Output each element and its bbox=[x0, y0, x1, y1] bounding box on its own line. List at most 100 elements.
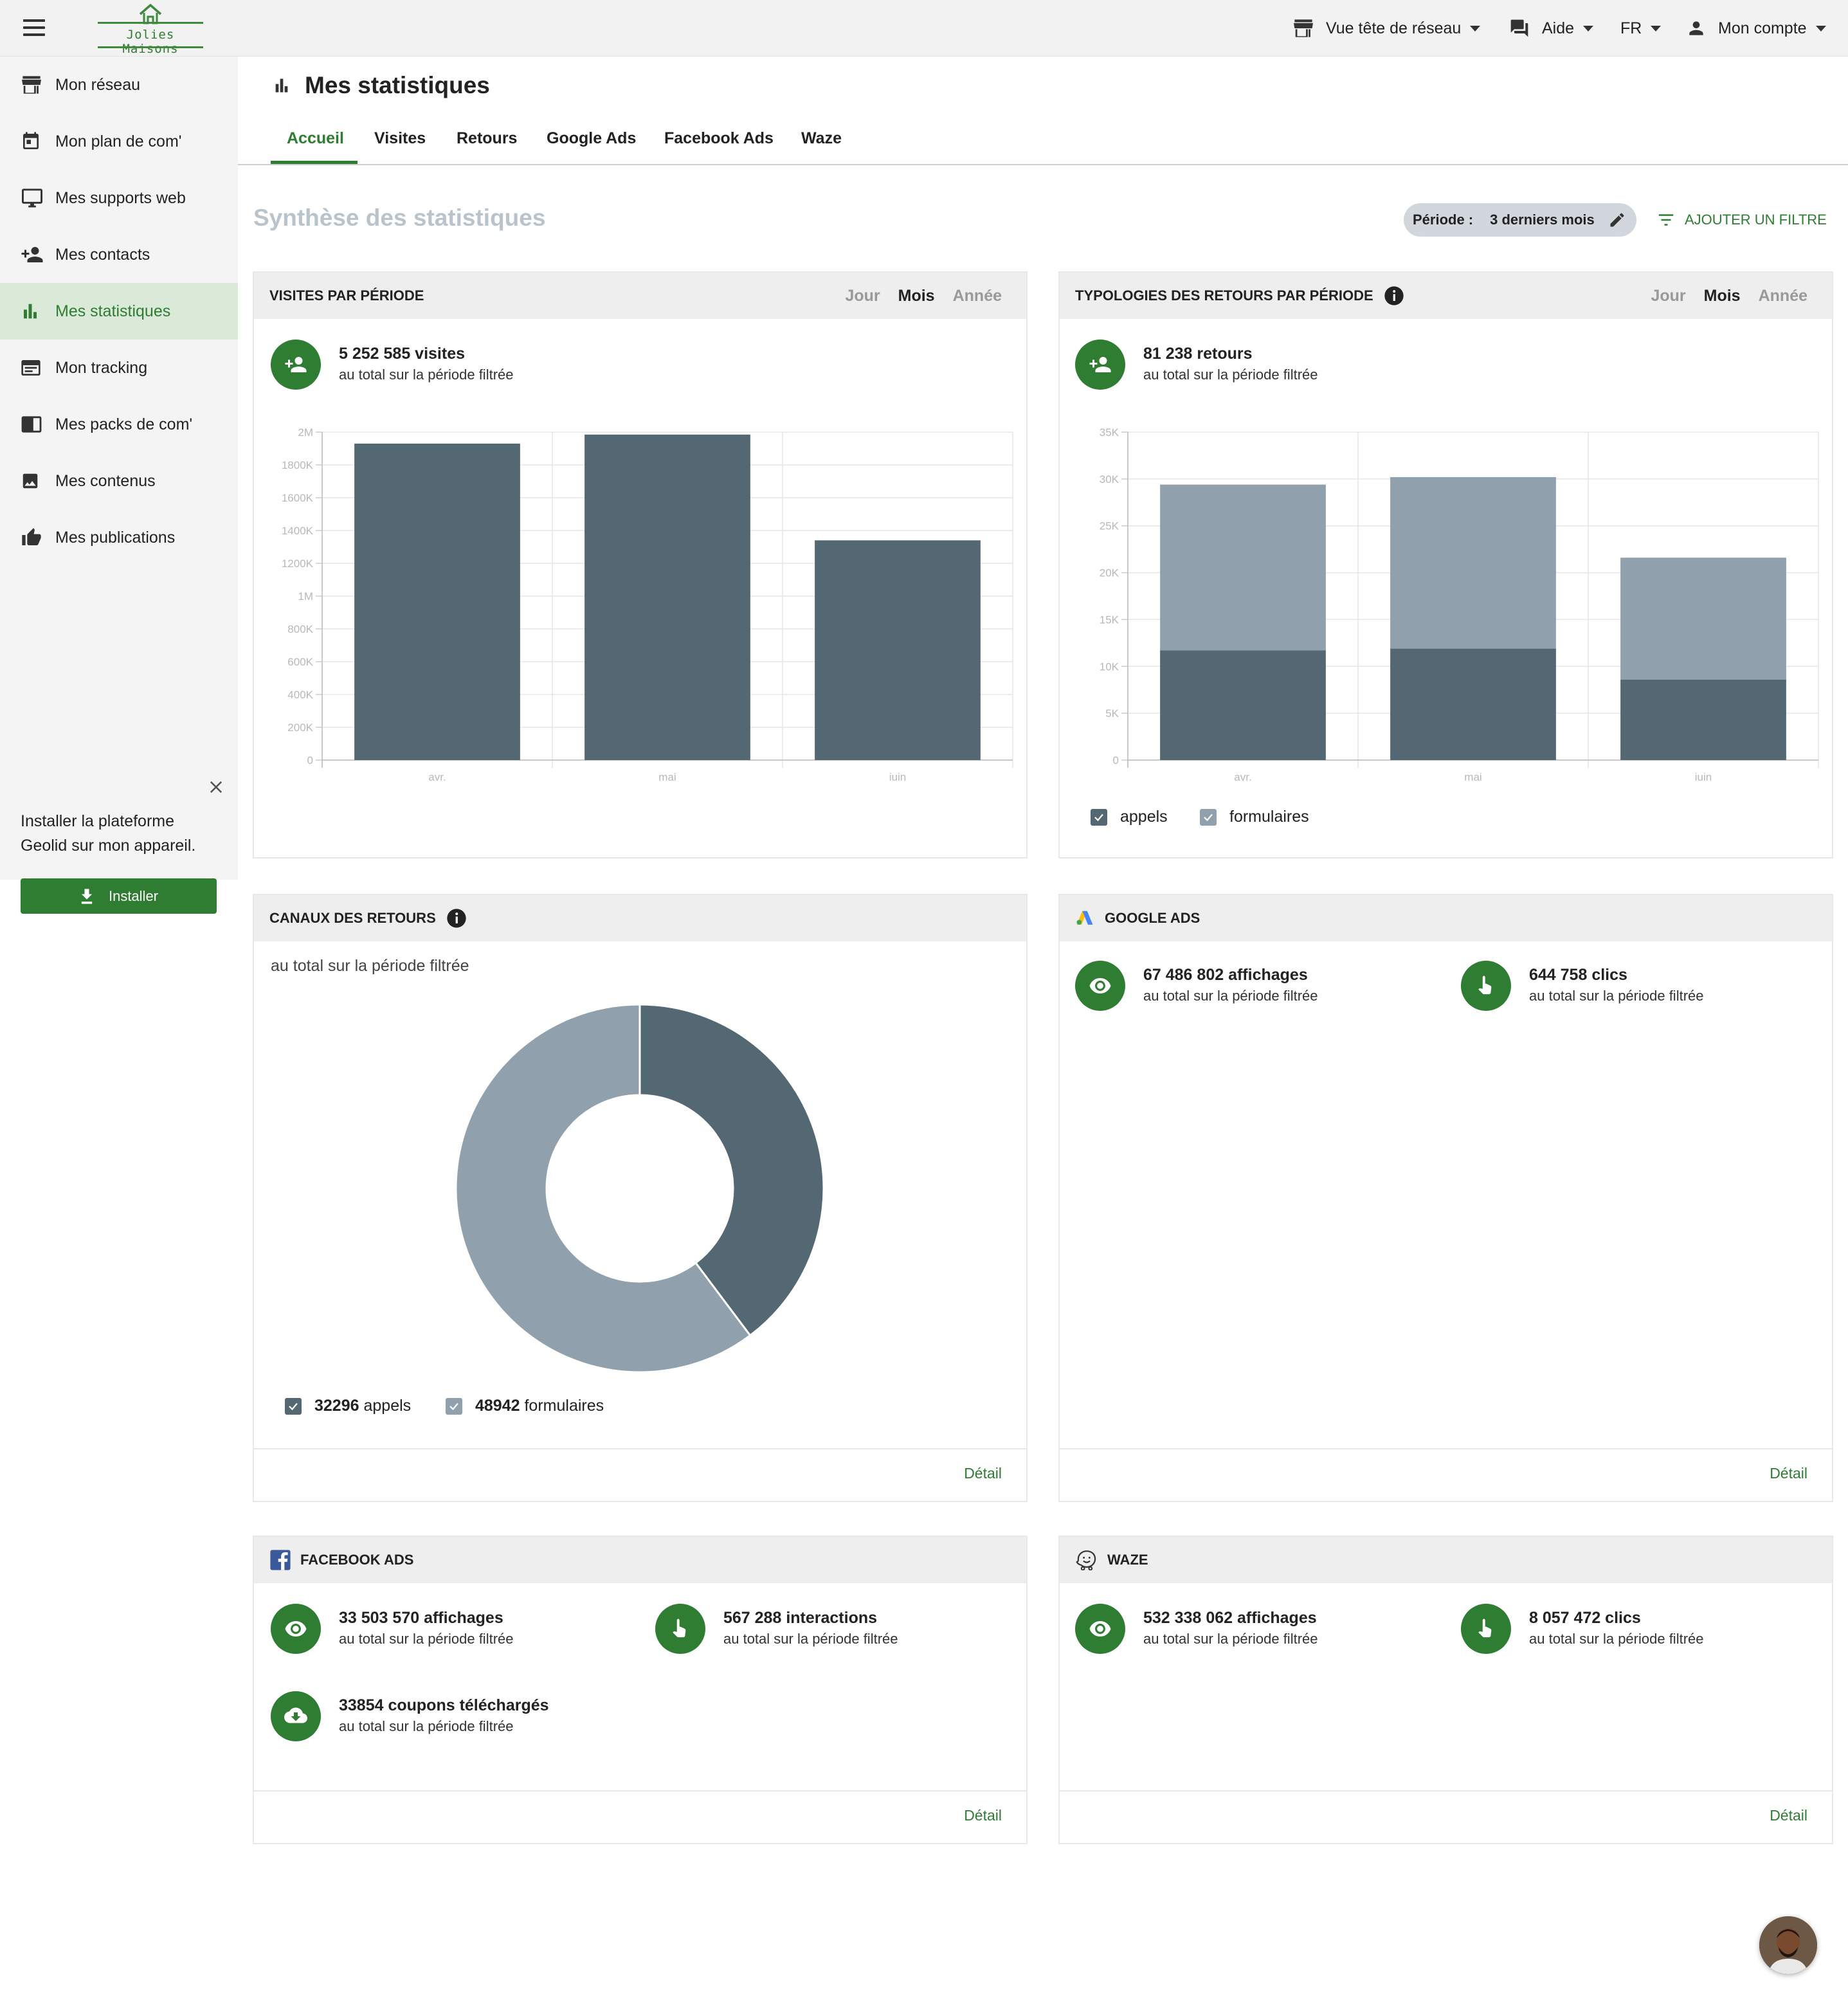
y-tick-label: 1200K bbox=[282, 558, 314, 570]
card-title: FACEBOOK ADS bbox=[300, 1552, 414, 1568]
bar-appels-avr. bbox=[1160, 650, 1326, 760]
stat-circle bbox=[271, 1604, 321, 1654]
canaux-donut-chart bbox=[455, 1003, 825, 1374]
stat-value: 8 057 472 clics bbox=[1529, 1609, 1641, 1627]
x-tick-label: juin bbox=[1694, 771, 1712, 781]
card-header: FACEBOOK ADS bbox=[254, 1537, 1026, 1583]
legend-formulaires[interactable]: 48942 formulaires bbox=[446, 1397, 604, 1415]
eye-icon bbox=[1089, 978, 1111, 993]
tab-retours[interactable]: Retours bbox=[457, 129, 517, 148]
y-tick-label: 600K bbox=[287, 656, 313, 668]
tab-facebook-ads[interactable]: Facebook Ads bbox=[664, 129, 774, 148]
legend-label: formulaires bbox=[524, 1397, 604, 1415]
period-option-annee[interactable]: Année bbox=[953, 287, 1002, 305]
retours-total-stat: 81 238 retours au total sur la période f… bbox=[1075, 340, 1318, 390]
card-footer: Détail bbox=[1060, 1790, 1832, 1844]
y-tick-label: 0 bbox=[307, 754, 313, 767]
checkbox-checked-icon bbox=[446, 1397, 462, 1415]
stat-subtitle: au total sur la période filtrée bbox=[339, 1631, 514, 1647]
chat-avatar[interactable] bbox=[1759, 1916, 1817, 1974]
bar-formulaires-juin bbox=[1620, 558, 1786, 680]
x-tick-label: juin bbox=[889, 771, 906, 781]
stat-circle bbox=[1075, 961, 1125, 1011]
download-icon bbox=[81, 888, 93, 904]
legend-appels[interactable]: 32296 appels bbox=[285, 1397, 411, 1415]
legend-label: appels bbox=[363, 1397, 412, 1415]
pack-icon bbox=[21, 416, 42, 433]
sidebar-item-tracking[interactable]: Mon tracking bbox=[0, 340, 238, 396]
info-icon[interactable] bbox=[446, 908, 467, 929]
menu-icon[interactable] bbox=[23, 19, 45, 37]
filter-icon bbox=[1658, 214, 1674, 226]
y-tick-label: 1M bbox=[298, 590, 313, 603]
sidebar-item-contenus[interactable]: Mes contenus bbox=[0, 453, 238, 509]
help-menu[interactable]: Aide bbox=[1508, 0, 1594, 57]
tab-visites[interactable]: Visites bbox=[374, 129, 426, 148]
store-icon bbox=[22, 76, 41, 94]
sidebar-item-publications[interactable]: Mes publications bbox=[0, 509, 238, 566]
help-label: Aide bbox=[1542, 19, 1575, 37]
sidebar-item-supports-web[interactable]: Mes supports web bbox=[0, 170, 238, 226]
facebook-interactions-stat: 567 288 interactions au total sur la péri… bbox=[655, 1604, 898, 1654]
info-icon[interactable] bbox=[1384, 286, 1404, 306]
detail-link[interactable]: Détail bbox=[964, 1465, 1002, 1482]
sidebar-item-plan-com[interactable]: Mon plan de com' bbox=[0, 113, 238, 170]
bar-chart-icon bbox=[24, 304, 37, 319]
language-menu[interactable]: FR bbox=[1620, 0, 1662, 57]
bar-formulaires-avr. bbox=[1160, 484, 1326, 651]
visites-bar-chart: 0 200K 400K 600K 800K 1M 1200K 1400K 1600K 1800K 2… bbox=[282, 426, 1013, 781]
period-option-jour[interactable]: Jour bbox=[845, 287, 880, 305]
sidebar-item-label: Mes packs de com' bbox=[55, 415, 193, 433]
thumb-up-icon bbox=[22, 528, 41, 545]
period-value: 3 derniers mois bbox=[1490, 212, 1595, 228]
network-view-menu[interactable]: Vue tête de réseau bbox=[1292, 0, 1481, 57]
image-icon bbox=[23, 473, 38, 489]
period-option-mois[interactable]: Mois bbox=[1704, 287, 1741, 305]
y-tick-label: 1400K bbox=[282, 525, 314, 537]
edit-icon[interactable] bbox=[1608, 211, 1626, 229]
period-option-annee[interactable]: Année bbox=[1759, 287, 1807, 305]
sidebar-item-packs[interactable]: Mes packs de com' bbox=[0, 396, 238, 453]
facebook-icon bbox=[270, 1550, 291, 1570]
period-filter-chip[interactable]: Période : 3 derniers mois bbox=[1404, 203, 1636, 237]
install-button[interactable]: Installer bbox=[21, 878, 217, 914]
stat-value: 5 252 585 visites bbox=[339, 345, 465, 363]
y-tick-label: 35K bbox=[1100, 426, 1119, 439]
card-header: GOOGLE ADS bbox=[1060, 895, 1832, 941]
legend-formulaires[interactable]: formulaires bbox=[1200, 808, 1309, 826]
y-tick-label: 2M bbox=[298, 426, 313, 439]
tracking-icon bbox=[21, 360, 41, 376]
tab-google-ads[interactable]: Google Ads bbox=[547, 129, 636, 148]
google-ads-card: GOOGLE ADS 67 486 802 affichages au total… bbox=[1058, 894, 1833, 1502]
account-menu[interactable]: Mon compte bbox=[1686, 0, 1826, 57]
detail-link[interactable]: Détail bbox=[1770, 1465, 1807, 1482]
legend-appels[interactable]: appels bbox=[1091, 808, 1168, 826]
period-option-jour[interactable]: Jour bbox=[1651, 287, 1685, 305]
card-title: TYPOLOGIES DES RETOURS PAR PÉRIODE bbox=[1075, 287, 1373, 304]
sidebar-item-reseau[interactable]: Mon réseau bbox=[0, 57, 238, 113]
stat-value: 532 338 062 affichages bbox=[1143, 1609, 1317, 1627]
sidebar-item-label: Mes statistiques bbox=[55, 302, 171, 320]
google-clics-stat: 644 758 clics au total sur la période fil… bbox=[1461, 961, 1704, 1011]
stat-value: 33 503 570 affichages bbox=[339, 1609, 503, 1627]
retours-card: TYPOLOGIES DES RETOURS PAR PÉRIODE Jour … bbox=[1058, 271, 1833, 858]
close-icon[interactable] bbox=[207, 778, 225, 796]
stat-circle bbox=[271, 340, 321, 390]
x-tick-label: mai bbox=[658, 771, 676, 781]
tab-accueil[interactable]: Accueil bbox=[287, 129, 344, 148]
sidebar-item-label: Mes supports web bbox=[55, 188, 186, 207]
sidebar-item-statistiques[interactable]: Mes statistiques bbox=[0, 283, 238, 340]
add-filter-button[interactable]: AJOUTER UN FILTRE bbox=[1656, 204, 1827, 235]
detail-link[interactable]: Détail bbox=[1770, 1807, 1807, 1824]
legend-label: appels bbox=[1120, 808, 1168, 826]
top-bar: Jolies Maisons Vue tête de réseau Aide F… bbox=[0, 0, 1848, 57]
card-title: GOOGLE ADS bbox=[1105, 910, 1200, 926]
brand-logo[interactable]: Jolies Maisons bbox=[98, 3, 203, 56]
tab-waze[interactable]: Waze bbox=[801, 129, 842, 148]
sidebar-item-contacts[interactable]: Mes contacts bbox=[0, 226, 238, 283]
language-label: FR bbox=[1620, 19, 1642, 37]
detail-link[interactable]: Détail bbox=[964, 1807, 1002, 1824]
period-option-mois[interactable]: Mois bbox=[898, 287, 935, 305]
waze-clics-stat: 8 057 472 clics au total sur la période f… bbox=[1461, 1604, 1704, 1654]
retours-stacked-bar-chart: 0 5K 10K 15K 20K 25K 30K 35K avr. mai juin bbox=[1100, 426, 1819, 781]
